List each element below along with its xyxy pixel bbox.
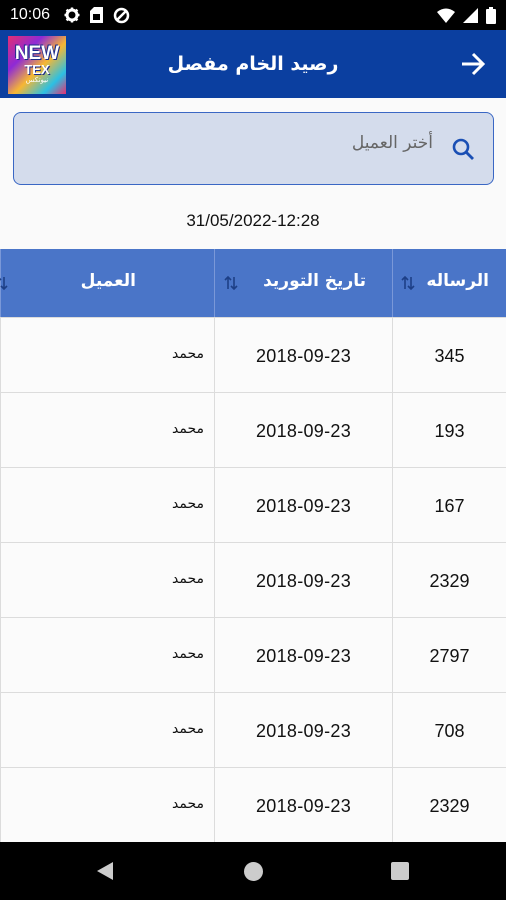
logo-text-tex: TEX [24,62,50,77]
cell-message: 167 [434,496,465,516]
table-row[interactable]: محمد 2018-09-23 345 [0,317,506,393]
cell-supply-date: 2018-09-23 [255,721,352,741]
column-label-supply-date: تاريخ التوريد [263,271,366,291]
status-bar: 10:06 [0,0,506,30]
table-header: العميل تاريخ التوريد الرساله [0,249,506,317]
logo-text-arabic: نيوتكس [25,76,49,84]
cell-client: محمد [172,496,204,512]
client-search-field[interactable]: أختر العميل [13,112,494,185]
logo-text-new: NEW [14,43,60,64]
status-time: 10:06 [10,6,51,23]
column-header-client[interactable]: العميل [0,249,214,317]
table-body: محمد 2018-09-23 345 محمد 2018-09-23 193 … [0,317,506,843]
cell-message: 2329 [429,796,470,816]
table-row[interactable]: محمد 2018-09-23 708 [0,692,506,768]
system-nav-bar [0,842,506,900]
nav-back-icon[interactable] [96,861,114,881]
app-bar: NEW TEX نيوتكس رصيد الخام مفصل [0,30,506,98]
nav-home-icon[interactable] [244,862,263,881]
table-row[interactable]: محمد 2018-09-23 2797 [0,617,506,693]
settings-icon [64,7,80,23]
search-icon[interactable] [451,137,475,161]
report-timestamp: 31/05/2022-12:28 [186,211,320,230]
search-placeholder: أختر العميل [351,133,433,153]
cell-message: 193 [434,421,465,441]
page-title: رصيد الخام مفصل [167,53,339,75]
data-table: العميل تاريخ التوريد الرساله محمد 2018-0… [0,249,506,843]
arrow-right-icon[interactable] [460,52,486,76]
table-row[interactable]: محمد 2018-09-23 193 [0,392,506,468]
cell-client: محمد [172,571,204,587]
sim-card-icon [90,7,104,23]
column-label-message: الرساله [426,271,489,291]
wifi-icon [437,8,455,23]
cell-message: 2797 [429,646,470,666]
cell-supply-date: 2018-09-23 [255,796,352,816]
column-header-message[interactable]: الرساله [392,249,506,317]
sort-icon[interactable] [0,274,10,292]
data-saver-icon [113,7,130,23]
sort-icon[interactable] [222,274,240,292]
column-header-supply-date[interactable]: تاريخ التوريد [214,249,392,317]
table-row[interactable]: محمد 2018-09-23 2329 [0,767,506,843]
cell-client: محمد [172,421,204,437]
cell-message: 2329 [429,571,470,591]
app-logo: NEW TEX نيوتكس [8,36,66,94]
cell-client: محمد [172,796,204,812]
cell-supply-date: 2018-09-23 [255,496,352,516]
column-label-client: العميل [80,271,136,291]
cell-message: 345 [434,346,465,366]
table-row[interactable]: محمد 2018-09-23 2329 [0,542,506,618]
cell-supply-date: 2018-09-23 [255,346,352,366]
cell-supply-date: 2018-09-23 [255,571,352,591]
battery-icon [486,6,496,24]
nav-recents-icon[interactable] [391,862,409,880]
cell-supply-date: 2018-09-23 [255,421,352,441]
table-row[interactable]: محمد 2018-09-23 167 [0,467,506,543]
cell-client: محمد [172,346,204,362]
cell-client: محمد [172,646,204,662]
cell-client: محمد [172,721,204,737]
sort-icon[interactable] [399,274,417,292]
cellular-signal-icon [463,7,478,23]
cell-supply-date: 2018-09-23 [255,646,352,666]
cell-message: 708 [434,721,465,741]
